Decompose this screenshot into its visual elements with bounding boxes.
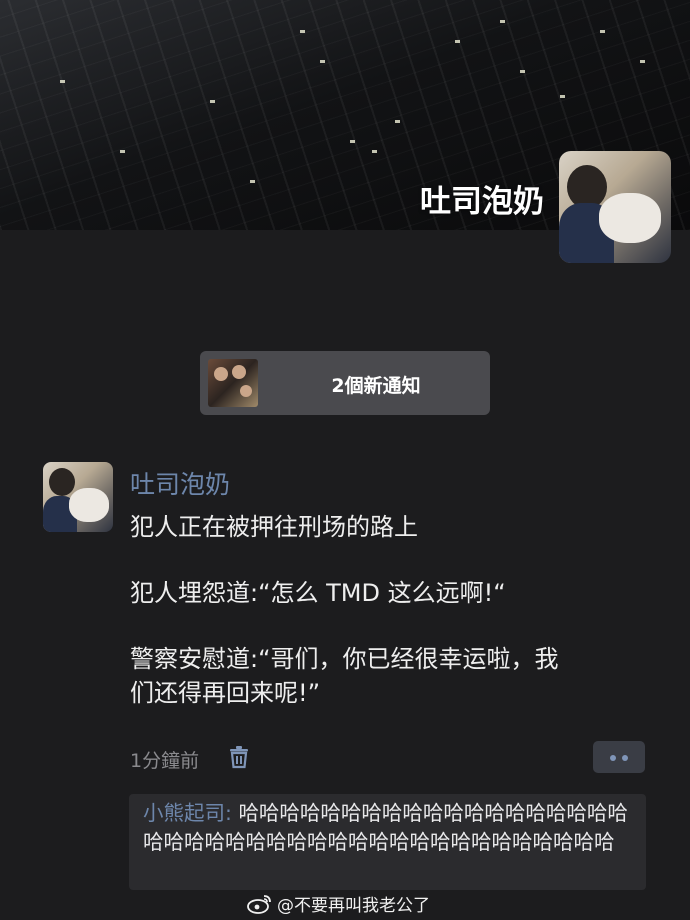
post-timestamp: 1分鐘前 [130, 750, 200, 772]
post-line: 警察安慰道:“哥们，你已经很幸运啦，我 [130, 645, 559, 673]
weibo-icon [247, 894, 271, 914]
notification-thumbnail [208, 359, 258, 407]
comment-box: 小熊起司: 哈哈哈哈哈哈哈哈哈哈哈哈哈哈哈哈哈哈哈哈哈哈哈哈哈哈哈哈哈哈哈哈哈哈… [129, 794, 646, 890]
post-line: 犯人埋怨道:“怎么 TMD 这么远啊!“ [130, 579, 506, 607]
post-line: 犯人正在被押往刑场的路上 [130, 513, 418, 541]
more-dots-icon [610, 755, 616, 761]
comment-text: 小熊起司: 哈哈哈哈哈哈哈哈哈哈哈哈哈哈哈哈哈哈哈哈哈哈哈哈哈哈哈哈哈哈哈哈哈哈… [143, 799, 638, 857]
post-author-name[interactable]: 吐司泡奶 [130, 465, 230, 501]
post-line: 们还得再回来呢!” [130, 679, 321, 707]
more-options-button[interactable] [593, 741, 645, 773]
notification-label: 2個新通知 [331, 375, 421, 397]
comment-separator: : [225, 801, 239, 825]
profile-avatar[interactable] [559, 151, 671, 263]
watermark: @不要再叫我老公了 [247, 891, 430, 916]
comment-author[interactable]: 小熊起司 [143, 801, 225, 825]
watermark-text: @不要再叫我老公了 [277, 896, 430, 916]
profile-cover-name: 吐司泡奶 [420, 184, 544, 220]
new-notifications-button[interactable]: 2個新通知 [200, 351, 490, 415]
post-author-avatar[interactable] [43, 462, 113, 532]
more-dots-icon [622, 755, 628, 761]
trash-icon[interactable] [228, 745, 250, 769]
post-content: 犯人正在被押往刑场的路上 犯人埋怨道:“怎么 TMD 这么远啊!“ 警察安慰道:… [130, 510, 650, 710]
